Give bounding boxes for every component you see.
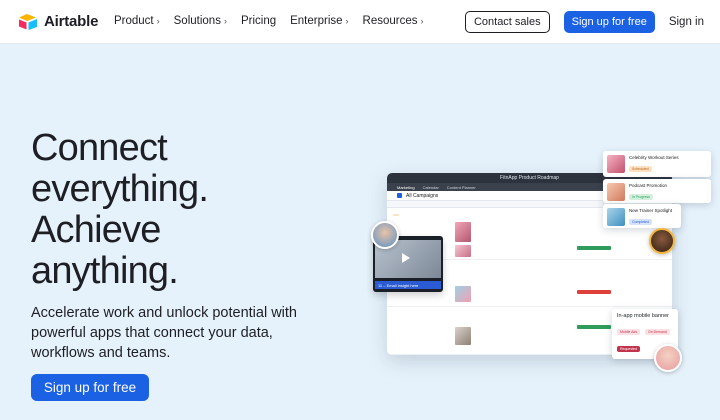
app-tab: Content Planner: [446, 184, 476, 190]
contact-sales-button[interactable]: Contact sales: [464, 11, 550, 33]
user-avatar: [654, 344, 682, 372]
card-title: Podcast Promotion: [629, 183, 668, 188]
row-thumbnail: [455, 245, 471, 257]
banner-title: In-app mobile banner: [617, 313, 669, 319]
nav-label: Product: [114, 15, 154, 27]
hero-subtitle: Accelerate work and unlock potential wit…: [31, 305, 297, 361]
brand-name: Airtable: [44, 13, 99, 30]
row-status: [393, 214, 399, 216]
hero-title-line: anything.: [31, 250, 179, 292]
view-label: All Campaigns: [406, 192, 439, 199]
app-title: FitnApp Product Roadmap: [500, 175, 559, 181]
nav-solutions[interactable]: Solutions ›: [174, 15, 227, 27]
progress-bar: [577, 325, 611, 329]
chevron-right-icon: ›: [223, 16, 227, 26]
status-badge: Requested: [617, 346, 640, 352]
play-icon[interactable]: [402, 253, 410, 263]
user-avatar: [371, 221, 399, 249]
card-title: Celebrity Workout Series: [629, 155, 679, 160]
nav-label: Resources: [362, 15, 418, 27]
record-card[interactable]: New Trainer Spotlight Completed: [603, 204, 681, 228]
hero-title-line: Achieve: [31, 209, 161, 251]
card-thumbnail: [607, 208, 625, 226]
airtable-logo-icon: [19, 14, 37, 30]
row-thumbnail: [455, 222, 471, 242]
card-status-badge: Scheduled: [629, 166, 652, 172]
card-status-badge: In Progress: [629, 194, 653, 200]
signup-button-nav[interactable]: Sign up for free: [563, 11, 655, 33]
record-card[interactable]: Celebrity Workout Series Scheduled: [603, 151, 711, 177]
nav-label: Solutions: [173, 15, 221, 27]
nav-product[interactable]: Product ›: [114, 15, 160, 27]
hero-signup-button[interactable]: Sign up for free: [31, 374, 149, 401]
tag-badge: On Demand: [645, 329, 670, 335]
nav-resources[interactable]: Resources ›: [363, 15, 424, 27]
progress-bar: [577, 246, 611, 250]
grid-view-icon: [397, 193, 402, 198]
brand-logo[interactable]: Airtable: [18, 13, 98, 30]
row-thumbnail: [455, 327, 471, 345]
nav-pricing[interactable]: Pricing: [241, 15, 276, 27]
nav-label: Pricing: [240, 15, 277, 27]
hero-title-line: everything.: [31, 168, 209, 210]
main-menu: Product › Solutions › Pricing Enterprise › …: [114, 15, 424, 27]
card-title: New Trainer Spotlight: [629, 208, 673, 213]
chevron-right-icon: ›: [420, 16, 424, 26]
top-navigation: Airtable Product › Solutions › Pricing Ent…: [0, 0, 720, 44]
app-tab: Calendar: [422, 184, 439, 190]
video-caption: 11 – Email insight here: [375, 281, 441, 289]
card-thumbnail: [607, 155, 625, 173]
card-status-badge: Completed: [629, 219, 652, 225]
progress-bar: [577, 290, 611, 294]
user-avatar: [649, 228, 675, 254]
nav-label: Enterprise: [290, 15, 343, 27]
hero-title: Connect everything. Achieve anything.: [31, 127, 209, 292]
nav-actions: Contact sales Sign up for free Sign in: [464, 11, 704, 33]
chevron-right-icon: ›: [156, 16, 160, 26]
app-tab: Marketing: [397, 184, 415, 190]
record-card[interactable]: Podcast Promotion In Progress: [603, 179, 711, 203]
chevron-right-icon: ›: [345, 16, 349, 26]
card-thumbnail: [607, 183, 625, 201]
row-thumbnail: [455, 286, 471, 302]
tag-badge: Mobile Ads: [617, 329, 641, 335]
nav-enterprise[interactable]: Enterprise ›: [290, 15, 348, 27]
hero-title-line: Connect: [31, 127, 168, 169]
signin-link[interactable]: Sign in: [669, 16, 704, 28]
